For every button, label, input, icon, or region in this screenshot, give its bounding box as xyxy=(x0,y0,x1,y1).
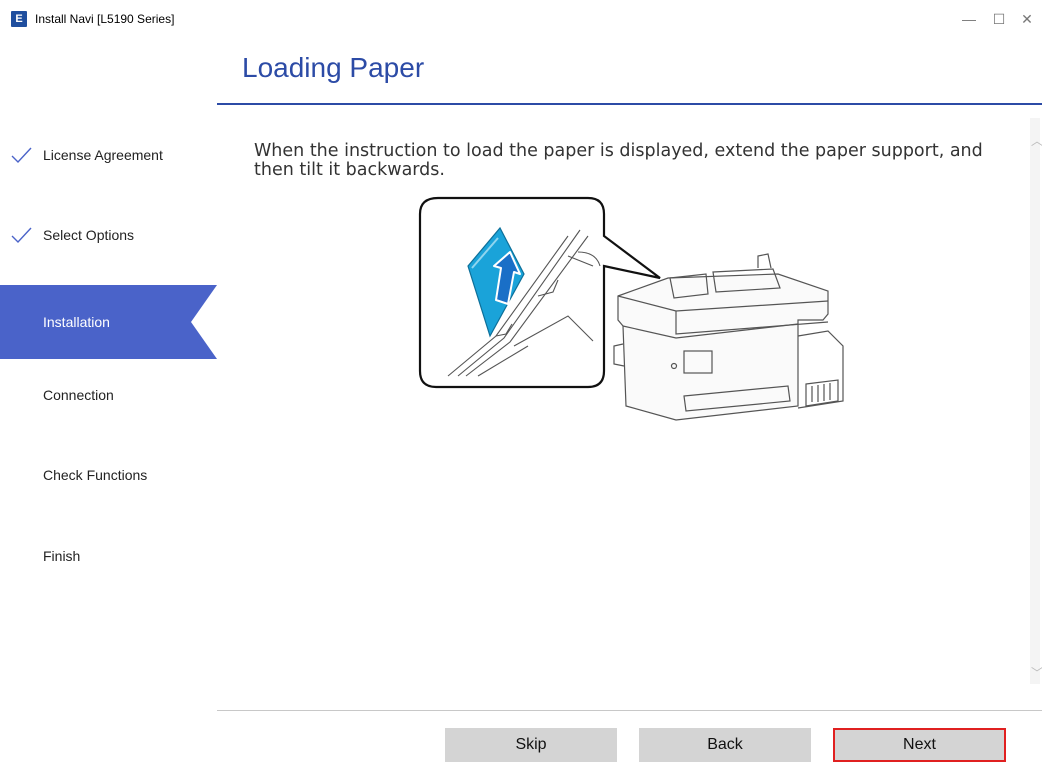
step-label: Installation xyxy=(43,314,110,330)
window-title: Install Navi [L5190 Series] xyxy=(35,12,175,26)
checkmark-icon xyxy=(11,227,32,244)
title-divider xyxy=(217,103,1042,105)
title-bar: E Install Navi [L5190 Series] — ☐ ✕ xyxy=(0,0,1042,40)
step-finish: Finish xyxy=(0,519,217,593)
checkmark-icon xyxy=(11,147,32,164)
paper-loading-illustration xyxy=(418,196,844,421)
scroll-up-icon[interactable]: ︿ xyxy=(1031,132,1042,149)
step-license-agreement: License Agreement xyxy=(0,118,217,192)
step-connection: Connection xyxy=(0,358,217,432)
step-check-functions: Check Functions xyxy=(0,438,217,512)
active-step-pointer xyxy=(191,285,217,359)
step-label: License Agreement xyxy=(43,147,163,163)
step-installation: Installation xyxy=(0,285,217,359)
epson-app-icon: E xyxy=(11,11,27,27)
maximize-button[interactable]: ☐ xyxy=(984,6,1014,32)
scrollbar[interactable] xyxy=(1030,118,1040,684)
next-button[interactable]: Next xyxy=(833,728,1006,762)
scroll-down-icon[interactable]: ﹀ xyxy=(1031,664,1042,681)
steps-sidebar: License Agreement Select Options Install… xyxy=(0,40,217,778)
close-button[interactable]: ✕ xyxy=(1012,6,1042,32)
step-label: Connection xyxy=(43,387,114,403)
step-label: Finish xyxy=(43,548,81,564)
printer-drawing xyxy=(613,253,844,421)
footer-divider xyxy=(217,710,1042,711)
page-title: Loading Paper xyxy=(242,52,425,83)
step-select-options: Select Options xyxy=(0,198,217,272)
step-label: Check Functions xyxy=(43,467,148,483)
back-button[interactable]: Back xyxy=(639,728,811,762)
instruction-text: When the instruction to load the paper i… xyxy=(254,141,983,180)
skip-button[interactable]: Skip xyxy=(445,728,617,762)
step-label: Select Options xyxy=(43,227,135,243)
minimize-button[interactable]: — xyxy=(954,6,984,32)
